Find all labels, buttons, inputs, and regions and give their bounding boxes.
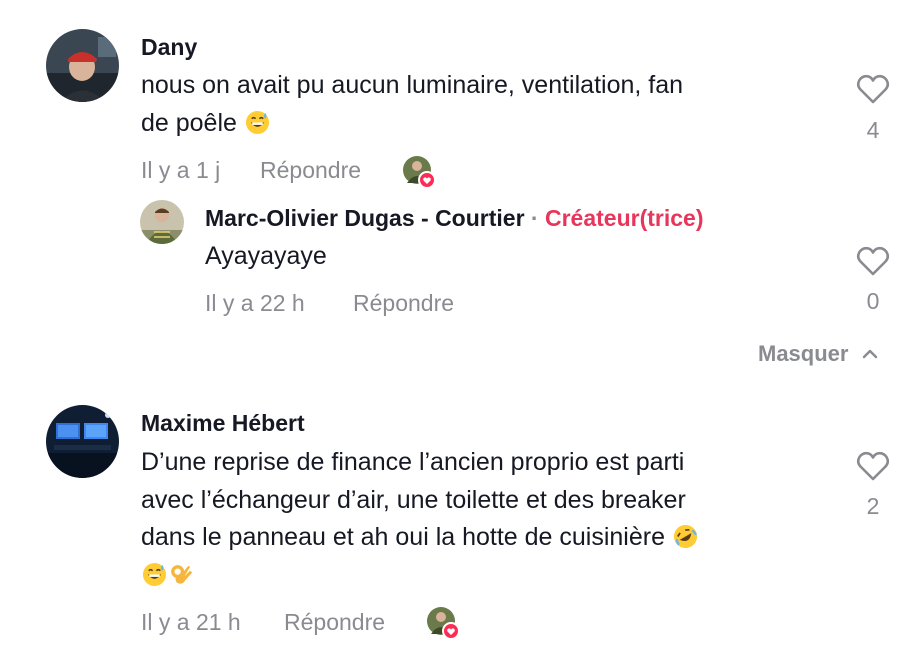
like-heart-icon[interactable] <box>856 450 890 482</box>
comment-text-line: avec l’échangeur d’air, une toilette et … <box>141 485 686 514</box>
avatar-marc-olivier[interactable] <box>140 200 184 244</box>
collapse-label: Masquer <box>758 341 849 366</box>
like-heart-icon[interactable] <box>856 245 890 277</box>
creator-liked-badge <box>402 155 436 189</box>
grinning-sweat-emoji <box>142 562 167 586</box>
like-count: 4 <box>866 117 880 143</box>
reply-timestamp: Il y a 22 h <box>205 290 305 316</box>
reply-author-line: Marc-Olivier Dugas - Courtier · Créateur… <box>205 205 703 232</box>
like-heart-icon[interactable] <box>856 73 890 105</box>
ok-hand-emoji <box>171 564 193 584</box>
comment-author-name[interactable]: Dany <box>141 34 197 61</box>
comment-text-line: de poêle <box>141 108 237 137</box>
like-count: 0 <box>866 288 880 314</box>
comment-timestamp: Il y a 21 h <box>141 609 241 635</box>
creator-liked-badge <box>426 606 460 640</box>
reply-button[interactable]: Répondre <box>353 290 454 317</box>
comment-text: nous on avait pu aucun luminaire, ventil… <box>141 67 841 142</box>
author-separator: · <box>530 205 539 231</box>
like-count: 2 <box>866 493 880 519</box>
rolling-on-floor-laughing-emoji <box>673 524 697 549</box>
reply-text: Ayayayaye <box>205 242 327 270</box>
comment-text-line: nous on avait pu aucun luminaire, ventil… <box>141 71 684 99</box>
comment-text-line: D’une reprise de finance l’ancien propri… <box>141 448 685 476</box>
creator-badge: Créateur(trice) <box>544 205 704 231</box>
grinning-sweat-emoji <box>245 110 269 134</box>
comment-text: D’une reprise de finance l’ancien propri… <box>141 444 841 594</box>
reply-author-name[interactable]: Marc-Olivier Dugas - Courtier <box>205 205 525 231</box>
collapse-replies-button[interactable]: Masquer <box>758 341 879 369</box>
reply-button[interactable]: Répondre <box>284 609 385 636</box>
comment-text-line: dans le panneau et ah oui la hotte de cu… <box>141 523 665 551</box>
chevron-up-icon <box>862 349 878 359</box>
reply-button[interactable]: Répondre <box>260 157 361 184</box>
comment-timestamp: Il y a 1 j <box>141 157 221 183</box>
comment-author-name[interactable]: Maxime Hébert <box>141 410 305 437</box>
avatar-dany[interactable] <box>46 29 119 102</box>
avatar-maxime-hebert[interactable] <box>46 405 119 478</box>
